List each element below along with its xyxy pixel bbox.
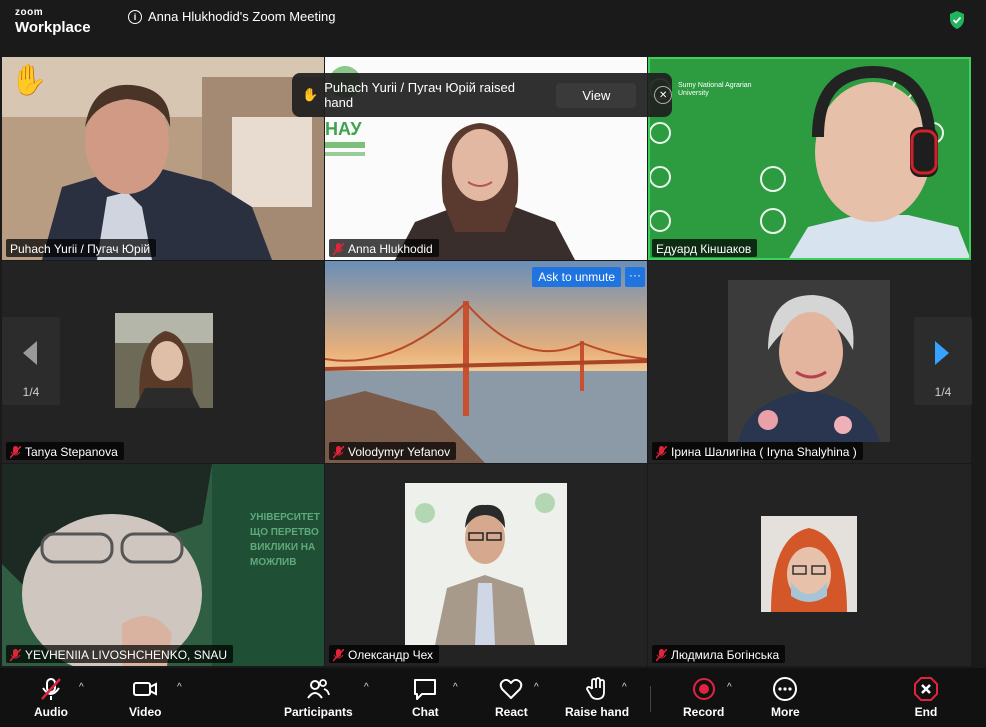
participants-button[interactable]: Participants xyxy=(284,676,353,719)
participant-tile[interactable]: ✋ Puhach Yurii / Пугач Юрій xyxy=(2,57,324,260)
encryption-shield-icon[interactable] xyxy=(948,10,966,30)
zoom-workplace-logo: zoom Workplace xyxy=(15,7,91,36)
video-button[interactable]: Video xyxy=(129,676,161,719)
logo-line1: zoom xyxy=(15,7,44,18)
background-university-text: УНІВЕРСИТЕТ ЩО ПЕРЕТВО ВИКЛИКИ НА МОЖЛИВ xyxy=(250,512,320,568)
toolbar-divider xyxy=(650,686,651,712)
participants-label: Participants xyxy=(284,705,353,719)
participant-name-tag: Tanya Stepanova xyxy=(6,442,124,460)
heart-icon xyxy=(500,678,523,699)
participant-name-tag: YEVHENIIA LIVOSHCHENKO, SNAU xyxy=(6,645,234,663)
more-options-icon xyxy=(773,677,798,701)
participant-name: Tanya Stepanova xyxy=(25,445,118,459)
record-icon xyxy=(692,678,715,700)
notification-text: Puhach Yurii / Пугач Юрій raised hand xyxy=(324,80,515,110)
participants-icon xyxy=(307,679,331,699)
chat-button[interactable]: Chat xyxy=(412,676,439,719)
participant-tile[interactable]: Олександр Чех xyxy=(325,464,647,666)
background-university-text: Sumy National Agrarian University xyxy=(678,82,752,98)
end-meeting-button[interactable]: End xyxy=(913,676,939,719)
participant-name: Людмила Богінська xyxy=(671,648,780,662)
tile-more-options-button[interactable]: ··· xyxy=(625,267,645,287)
previous-page-button[interactable]: 1/4 xyxy=(2,317,60,405)
participant-video xyxy=(761,516,857,612)
participant-video xyxy=(405,483,567,645)
record-button[interactable]: Record xyxy=(683,676,724,719)
participant-name-tag: Puhach Yurii / Пугач Юрій xyxy=(6,239,157,257)
video-options-chevron-icon[interactable]: ^ xyxy=(177,682,182,693)
participant-name-tag: Ірина Шалигіна ( Iryna Shalyhina ) xyxy=(652,442,863,460)
chat-bubble-icon xyxy=(414,679,437,700)
participant-name-tag: Anna Hlukhodid xyxy=(329,239,439,257)
raise-hand-icon xyxy=(586,677,605,700)
raised-hand-icon: ✋ xyxy=(10,64,48,97)
participant-tile[interactable]: УНІВЕРСИТЕТ ЩО ПЕРЕТВО ВИКЛИКИ НА МОЖЛИВ… xyxy=(2,464,324,666)
record-options-chevron-icon[interactable]: ^ xyxy=(727,682,732,693)
react-options-chevron-icon[interactable]: ^ xyxy=(534,682,539,693)
page-indicator: 1/4 xyxy=(934,385,952,399)
muted-mic-icon xyxy=(333,242,344,256)
raise-hand-button[interactable]: Raise hand xyxy=(565,676,629,719)
close-icon[interactable]: ✕ xyxy=(654,86,672,104)
participant-tile-active-speaker[interactable]: Sumy National Agrarian University Едуард… xyxy=(648,57,971,260)
participant-name-tag: Людмила Богінська xyxy=(652,645,786,663)
react-button[interactable]: React xyxy=(495,676,528,719)
meeting-controls-toolbar: Audio ^ Video ^ Participants ^ Chat ^ Re… xyxy=(0,668,986,727)
participant-name: Олександр Чех xyxy=(348,648,433,662)
meeting-title: Anna Hlukhodid's Zoom Meeting xyxy=(148,9,336,24)
more-label: More xyxy=(771,705,800,719)
info-icon[interactable]: i xyxy=(128,9,142,24)
title-bar: zoom Workplace i Anna Hlukhodid's Zoom M… xyxy=(0,0,986,44)
view-button[interactable]: View xyxy=(556,82,637,108)
raise-hand-label: Raise hand xyxy=(565,705,630,719)
participants-options-chevron-icon[interactable]: ^ xyxy=(364,682,369,693)
participant-video xyxy=(325,261,647,463)
next-page-button[interactable]: 1/4 xyxy=(914,317,972,405)
participant-name-tag: Volodymyr Yefanov xyxy=(329,442,457,460)
video-label: Video xyxy=(129,705,162,719)
muted-mic-icon xyxy=(333,445,344,459)
raised-hand-icon: ✋ xyxy=(302,87,319,102)
participant-video xyxy=(2,57,324,260)
chat-label: Chat xyxy=(412,705,439,719)
react-label: React xyxy=(495,705,528,719)
meeting-info[interactable]: i Anna Hlukhodid's Zoom Meeting xyxy=(128,9,335,24)
audio-options-chevron-icon[interactable]: ^ xyxy=(79,682,84,693)
participant-name-tag: Едуард Кіншаков xyxy=(652,239,758,257)
video-camera-icon xyxy=(133,682,158,696)
participant-name: Едуард Кіншаков xyxy=(656,242,752,256)
page-indicator: 1/4 xyxy=(22,385,40,399)
participant-name: YEVHENIIA LIVOSHCHENKO, SNAU xyxy=(25,648,228,662)
participant-name-tag: Олександр Чех xyxy=(329,645,439,663)
muted-mic-icon xyxy=(10,445,21,459)
participant-name: Volodymyr Yefanov xyxy=(348,445,451,459)
participant-name: Ірина Шалигіна ( Iryna Shalyhina ) xyxy=(671,445,857,459)
ask-to-unmute-button[interactable]: Ask to unmute xyxy=(532,267,621,287)
chevron-right-icon xyxy=(935,341,949,365)
participant-tile[interactable]: Ask to unmute ··· Volodymyr Yefanov xyxy=(325,261,647,463)
participant-name: Anna Hlukhodid xyxy=(348,242,433,256)
nau-logo-text: НАУ xyxy=(325,119,362,139)
muted-mic-icon xyxy=(333,648,344,662)
participant-video xyxy=(115,313,213,408)
more-button[interactable]: More xyxy=(771,676,800,719)
audio-button[interactable]: Audio xyxy=(34,676,68,719)
muted-mic-icon xyxy=(10,648,21,662)
end-meeting-icon xyxy=(914,677,938,701)
raise-hand-options-chevron-icon[interactable]: ^ xyxy=(622,682,627,693)
participant-video xyxy=(728,280,890,442)
muted-mic-icon xyxy=(41,678,61,700)
logo-line2: Workplace xyxy=(15,19,91,36)
chat-options-chevron-icon[interactable]: ^ xyxy=(453,682,458,693)
video-gallery: ✋ Puhach Yurii / Пугач Юрій НАУ Anna Hlu… xyxy=(0,55,986,667)
muted-mic-icon xyxy=(656,648,667,662)
participant-tile[interactable]: Людмила Богінська xyxy=(648,464,971,666)
chevron-left-icon xyxy=(23,341,37,365)
record-label: Record xyxy=(683,705,725,719)
end-label: End xyxy=(914,705,938,719)
raised-hand-notification: ✋ Puhach Yurii / Пугач Юрій raised hand … xyxy=(292,73,672,117)
muted-mic-icon xyxy=(656,445,667,459)
audio-label: Audio xyxy=(34,705,68,719)
participant-name: Puhach Yurii / Пугач Юрій xyxy=(10,242,151,256)
